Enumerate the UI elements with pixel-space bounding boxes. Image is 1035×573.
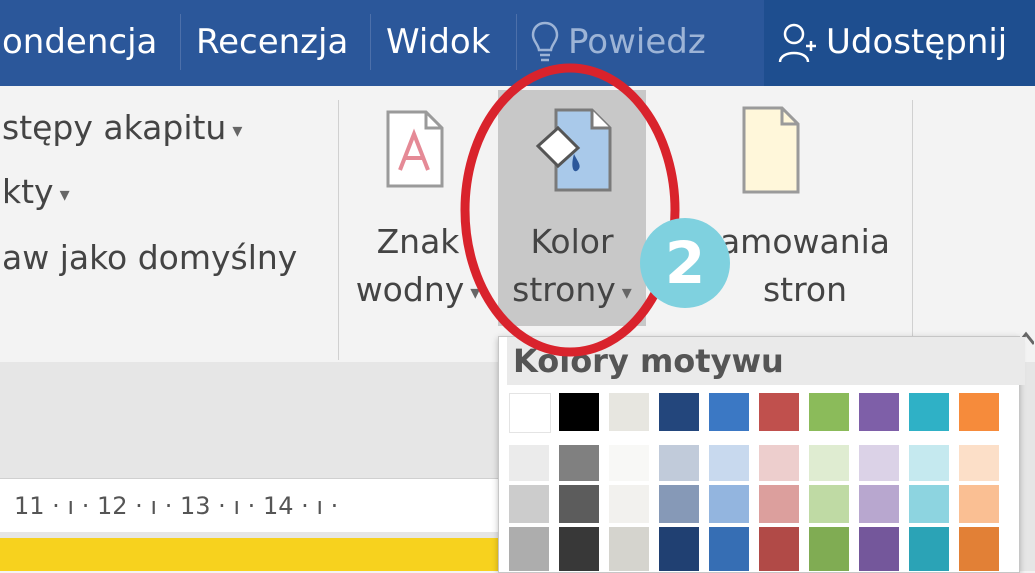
page-borders-label-line2: stron [762,270,848,309]
theme-color-shade-swatch[interactable] [609,527,649,571]
theme-color-swatch[interactable] [559,393,599,431]
theme-color-shade-swatch[interactable] [609,485,649,523]
theme-color-swatch[interactable] [509,393,551,433]
theme-color-shade-swatch[interactable] [659,445,699,481]
set-as-default-button[interactable]: aw jako domyślny [2,238,297,277]
share-person-icon [778,23,816,63]
share-label: Udostępnij [826,22,1008,62]
page-color-dropdown: Kolory motywu [498,336,1025,573]
theme-color-shade-swatch[interactable] [909,527,949,571]
effects-label: kty [2,172,54,211]
theme-color-shade-swatch[interactable] [759,485,799,523]
theme-color-shade-swatch[interactable] [509,527,549,571]
chevron-down-icon: ▾ [232,117,243,142]
page-borders-icon [742,106,800,194]
theme-color-shade-swatch[interactable] [509,485,549,523]
horizontal-ruler[interactable]: 11 · ı · 12 · ı · 13 · ı · 14 · ı · [0,478,498,532]
theme-color-shade-swatch[interactable] [509,445,549,481]
theme-color-shade-swatch[interactable] [959,485,999,523]
tab-korespondencja[interactable]: ondencja [2,12,157,72]
theme-color-shade-swatch[interactable] [759,445,799,481]
tab-recenzja[interactable]: Recenzja [196,12,348,72]
page-borders-label-line1: amowania [719,222,891,261]
effects-button[interactable]: kty ▾ [2,172,70,211]
theme-color-shade-swatch[interactable] [559,445,599,481]
paragraph-spacing-label: stępy akapitu [2,108,227,147]
theme-color-shade-swatch[interactable] [759,527,799,571]
theme-color-swatch[interactable] [609,393,649,431]
tab-separator [370,14,371,70]
theme-color-shade-swatch[interactable] [909,445,949,481]
theme-color-swatch[interactable] [659,393,699,431]
theme-color-swatch[interactable] [959,393,999,431]
theme-color-swatch[interactable] [859,393,899,431]
step-badge: 2 [640,218,730,308]
watermark-icon [386,110,444,188]
theme-color-shade-swatch[interactable] [659,485,699,523]
theme-color-shade-swatch[interactable] [559,527,599,571]
theme-color-shade-swatch[interactable] [859,445,899,481]
tab-separator [180,14,181,70]
chevron-down-icon: ▾ [59,181,70,206]
theme-color-shade-swatch[interactable] [809,485,849,523]
theme-color-swatch[interactable] [709,393,749,431]
paragraph-spacing-button[interactable]: stępy akapitu ▾ [2,108,242,147]
theme-color-shade-swatch[interactable] [809,445,849,481]
theme-color-shade-swatch[interactable] [859,485,899,523]
theme-color-shade-swatch[interactable] [959,527,999,571]
theme-color-shade-swatch[interactable] [559,485,599,523]
theme-color-shade-swatch[interactable] [709,485,749,523]
theme-color-shade-swatch[interactable] [959,445,999,481]
theme-color-shade-swatch[interactable] [859,527,899,571]
theme-color-shade-swatch[interactable] [909,485,949,523]
theme-color-swatch[interactable] [759,393,799,431]
theme-color-shade-swatch[interactable] [609,445,649,481]
group-separator [912,100,913,360]
page-borders-button[interactable]: amowania stron [710,218,900,314]
theme-color-swatch[interactable] [909,393,949,431]
document-page-edge [0,538,498,571]
theme-color-shade-swatch[interactable] [709,527,749,571]
theme-color-shade-swatch[interactable] [709,445,749,481]
theme-color-shade-swatch[interactable] [659,527,699,571]
group-separator [338,100,339,360]
theme-color-shade-swatch[interactable] [809,527,849,571]
highlight-circle-annotation [460,63,680,357]
theme-color-swatch[interactable] [809,393,849,431]
